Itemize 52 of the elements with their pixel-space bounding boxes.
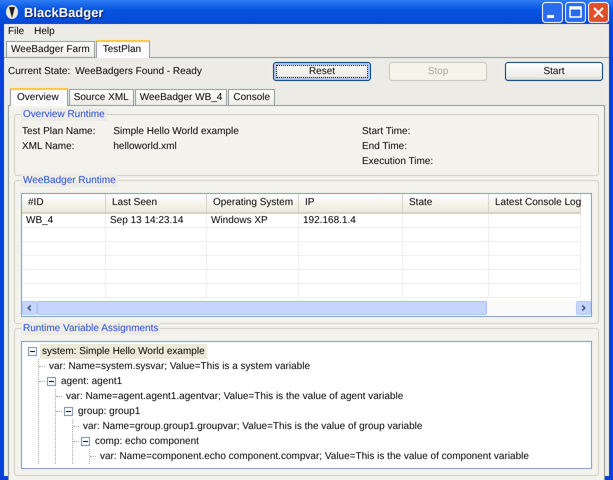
badger-logo-icon bbox=[4, 4, 20, 20]
action-button[interactable]: Start bbox=[505, 62, 603, 81]
field-label: Start Time: bbox=[362, 125, 412, 139]
scroll-left-icon[interactable] bbox=[22, 300, 37, 314]
column-header[interactable]: IP bbox=[299, 194, 403, 214]
scroll-right-icon[interactable] bbox=[576, 300, 591, 314]
menu-item[interactable]: File bbox=[8, 26, 24, 38]
tab[interactable]: Console bbox=[228, 89, 276, 105]
column-header[interactable]: State bbox=[403, 194, 489, 214]
collapse-icon[interactable] bbox=[81, 437, 90, 446]
tree-item[interactable]: var: Name=system.sysvar; Value=This is a system variable bbox=[47, 359, 312, 374]
collapse-icon[interactable] bbox=[64, 407, 73, 416]
table-cell: 192.168.1.4 bbox=[299, 214, 403, 228]
field-value: helloworld.xml bbox=[113, 140, 178, 154]
tab[interactable]: WeeBadger WB_4 bbox=[134, 89, 228, 105]
tree-item[interactable]: var: Name=group.group1.groupvar; Value=This is the value of group variable bbox=[81, 419, 424, 434]
close-button[interactable] bbox=[588, 2, 609, 22]
tab[interactable]: TestPlan bbox=[96, 40, 150, 58]
column-header[interactable]: Operating System bbox=[207, 194, 299, 214]
field-label: End Time: bbox=[362, 140, 408, 154]
tree-item[interactable]: group: group1 bbox=[76, 404, 142, 419]
tree-item[interactable]: var: Name=agent.agent1.agentvar; Value=This is the value of agent variable bbox=[64, 389, 406, 404]
field-label: Execution Time: bbox=[362, 155, 434, 169]
tree-item[interactable]: comp: echo component bbox=[93, 434, 201, 449]
tree-item[interactable]: agent: agent1 bbox=[59, 374, 124, 389]
state-label: Current State: bbox=[8, 66, 70, 77]
column-header[interactable]: Last Seen bbox=[106, 194, 207, 214]
action-button[interactable]: Reset bbox=[273, 62, 371, 81]
scrollbar-thumb[interactable] bbox=[37, 300, 487, 314]
group-title: Overview Runtime bbox=[21, 108, 107, 121]
tab[interactable]: Source XML bbox=[68, 89, 134, 105]
maximize-button[interactable] bbox=[565, 2, 586, 22]
state-value: WeeBadgers Found - Ready bbox=[75, 66, 203, 77]
window-title: BlackBadger bbox=[24, 4, 104, 20]
tab[interactable]: Overview bbox=[10, 88, 68, 106]
collapse-icon[interactable] bbox=[47, 377, 56, 386]
tab[interactable]: WeeBadger Farm bbox=[6, 41, 95, 57]
menu-item[interactable]: Help bbox=[34, 26, 55, 38]
table-cell: Sep 13 14:23.14 bbox=[106, 214, 207, 228]
field-value: Simple Hello World example bbox=[113, 125, 240, 139]
column-header[interactable]: Latest Console Log bbox=[489, 194, 581, 214]
field-label: Test Plan Name: bbox=[22, 125, 96, 139]
collapse-icon[interactable] bbox=[28, 347, 37, 356]
column-header[interactable]: #ID bbox=[22, 194, 106, 214]
group-title: Runtime Variable Assignments bbox=[21, 322, 160, 335]
table-cell: Windows XP bbox=[207, 214, 299, 228]
minimize-button[interactable] bbox=[542, 2, 563, 22]
table-cell: WB_4 bbox=[22, 214, 106, 228]
tree-item[interactable]: var: Name=component.echo component.compvar; Value=This is the value of component variable bbox=[98, 449, 531, 464]
group-title: WeeBadger Runtime bbox=[21, 174, 118, 187]
tree-item[interactable]: system: Simple Hello World example bbox=[40, 344, 207, 359]
field-label: XML Name: bbox=[22, 140, 76, 154]
